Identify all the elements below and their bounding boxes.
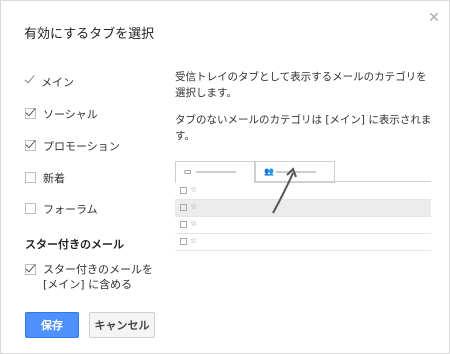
description-line2: 選択します。 bbox=[175, 87, 237, 99]
option-starred-label: スター付きのメールを [メイン] に含める bbox=[43, 262, 153, 292]
starred-heading: スター付きのメール bbox=[25, 238, 124, 251]
option-main: メイン bbox=[25, 74, 74, 90]
option-starred[interactable]: スター付きのメールを [メイン] に含める bbox=[25, 262, 153, 292]
option-main-label: メイン bbox=[41, 76, 74, 89]
tab-selection-dialog: ✕ 有効にするタブを選択 メイン ソーシャル プロモーション 新着 フォーラム … bbox=[0, 0, 450, 354]
option-forums-label: フォーラム bbox=[43, 203, 98, 216]
dialog-title: 有効にするタブを選択 bbox=[24, 27, 155, 42]
option-updates[interactable]: 新着 bbox=[25, 170, 65, 186]
description-1: 受信トレイのタブとして表示するメールのカテゴリを 選択します。 bbox=[175, 69, 435, 101]
cancel-button[interactable]: キャンセル bbox=[89, 312, 155, 338]
option-social-label: ソーシャル bbox=[43, 108, 98, 121]
checkbox-starred[interactable] bbox=[25, 264, 36, 275]
checkbox-main bbox=[25, 76, 34, 85]
starred-label-line1: スター付きのメールを bbox=[43, 263, 153, 276]
checkbox-social[interactable] bbox=[25, 108, 36, 119]
option-social[interactable]: ソーシャル bbox=[25, 106, 98, 122]
description-line4: す。 bbox=[175, 130, 195, 142]
description-2: タブのないメールのカテゴリは [メイン] に表示されま す。 bbox=[175, 112, 435, 144]
option-promotions[interactable]: プロモーション bbox=[25, 138, 120, 154]
arrow-icon bbox=[272, 167, 297, 214]
checkbox-promotions[interactable] bbox=[25, 140, 36, 151]
description-line1: 受信トレイのタブとして表示するメールのカテゴリを bbox=[175, 71, 427, 83]
option-updates-label: 新着 bbox=[43, 172, 65, 185]
description-line3: タブのないメールのカテゴリは [メイン] に表示されま bbox=[175, 114, 432, 126]
starred-label-line2: [メイン] に含める bbox=[43, 278, 133, 291]
option-promotions-label: プロモーション bbox=[43, 140, 120, 153]
option-forums[interactable]: フォーラム bbox=[25, 201, 98, 217]
checkbox-updates[interactable] bbox=[25, 172, 36, 183]
save-button[interactable]: 保存 bbox=[25, 312, 79, 338]
checkbox-forums[interactable] bbox=[25, 203, 36, 214]
close-icon[interactable]: ✕ bbox=[425, 9, 443, 27]
inbox-preview: ▭ 👥 ☆ ☆ ☆ ☆ bbox=[175, 161, 431, 265]
